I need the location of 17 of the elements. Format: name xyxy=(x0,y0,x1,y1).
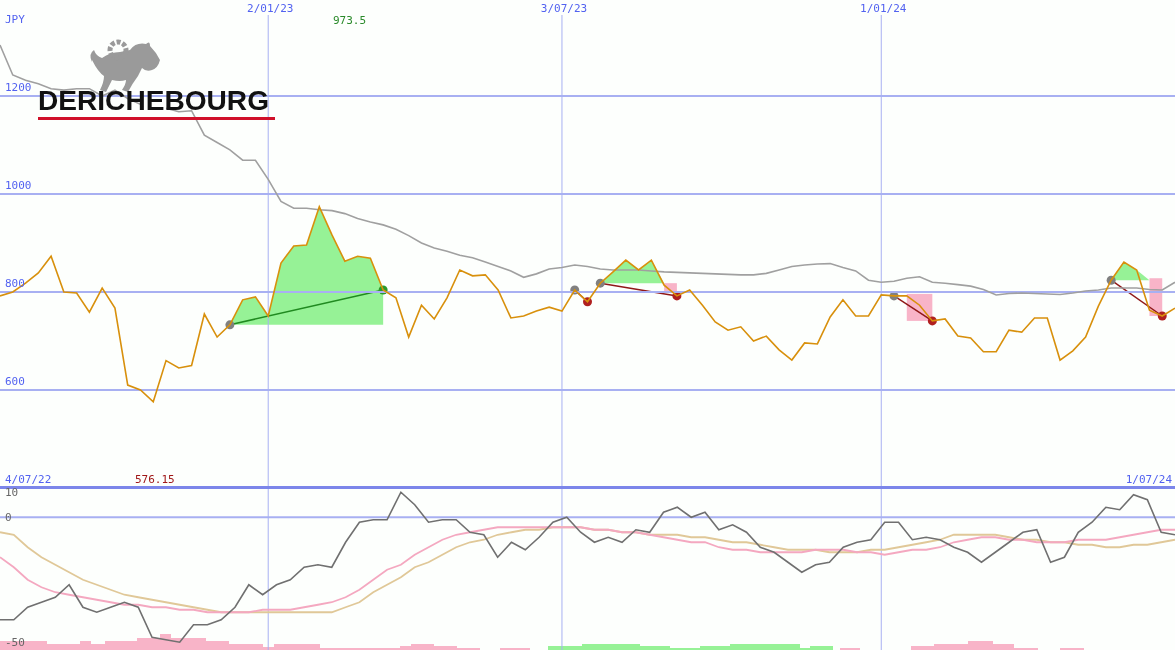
axis-label: 1000 xyxy=(5,179,32,192)
axis-label: 800 xyxy=(5,277,25,290)
axis-label: 1200 xyxy=(5,81,32,94)
max-value-label: 973.5 xyxy=(333,14,367,27)
axis-label: 10 xyxy=(5,486,19,500)
date-label: 2/01/23 xyxy=(247,2,294,15)
currency-label: JPY xyxy=(5,13,25,26)
axis-label: 0 xyxy=(5,511,12,525)
bison-gear-icon xyxy=(90,39,160,92)
date-label: 1/01/24 xyxy=(860,2,907,15)
axis-label: 600 xyxy=(5,375,25,388)
axis-label: -50 xyxy=(5,636,25,650)
min-value-label: 576.15 xyxy=(135,473,175,486)
date-label: 4/07/22 xyxy=(5,473,52,486)
date-label: 1/07/24 xyxy=(1125,473,1172,486)
date-label: 3/07/23 xyxy=(540,2,588,15)
logo-wordmark: DERICHEBOURG xyxy=(38,85,269,116)
